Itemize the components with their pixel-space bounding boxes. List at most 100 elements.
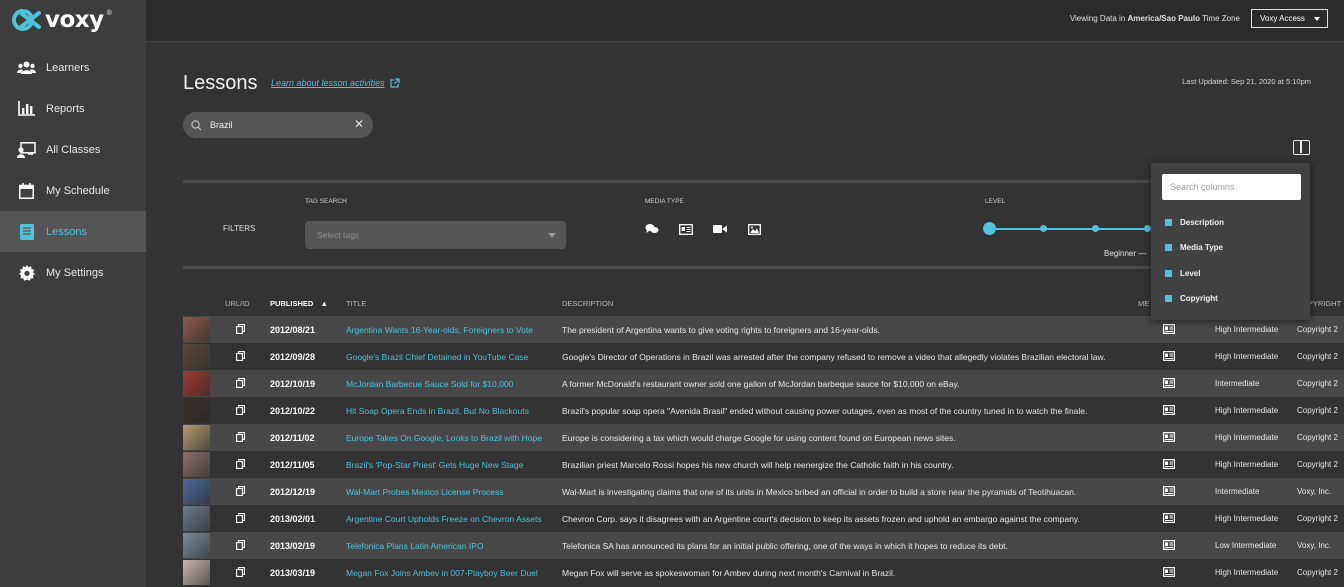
sidebar-item-label: Lessons — [46, 225, 87, 238]
lesson-description: Google's Director of Operations in Brazi… — [562, 352, 1106, 362]
copy-icon[interactable] — [236, 486, 245, 496]
lesson-title-link[interactable]: Argentine Court Upholds Freeze on Chevro… — [346, 514, 542, 524]
book-icon — [17, 223, 36, 240]
lesson-thumbnail — [183, 452, 210, 477]
lesson-thumbnail — [183, 506, 210, 531]
learn-link[interactable]: Learn about lesson activities — [271, 78, 400, 88]
level-stop[interactable] — [1040, 225, 1047, 232]
sidebar-item-lessons[interactable]: Lessons — [0, 211, 146, 252]
voxy-logo[interactable]: voxy ® — [12, 7, 112, 33]
copy-icon[interactable] — [236, 567, 245, 577]
lesson-title-link[interactable]: Megan Fox Joins Ambev in 007-Playboy Bee… — [346, 568, 538, 578]
published-date: 2013/02/19 — [270, 541, 316, 551]
published-date: 2013/02/01 — [270, 514, 316, 524]
filters-label: FILTERS — [223, 224, 256, 233]
checkbox-icon — [1165, 295, 1172, 302]
lesson-level: High Intermediate — [1215, 433, 1279, 442]
clear-search-icon[interactable]: ✕ — [354, 118, 364, 130]
copy-icon[interactable] — [236, 324, 245, 334]
video-icon[interactable] — [713, 223, 727, 235]
tag-select-placeholder: Select tags — [317, 230, 360, 240]
page-title: Lessons — [183, 72, 258, 94]
lesson-copyright: Copyright 2 — [1297, 379, 1338, 388]
lesson-search-input[interactable]: Brazil ✕ — [183, 112, 373, 138]
level-slider-handle[interactable] — [983, 222, 996, 235]
column-option-level[interactable]: Level — [1165, 269, 1200, 278]
lesson-level: High Intermediate — [1215, 406, 1279, 415]
lesson-title-link[interactable]: Google's Brazil Chief Detained in YouTub… — [346, 352, 528, 362]
col-url-id[interactable]: URL/ID — [225, 299, 250, 308]
timezone-info: Viewing Data in America/Sao Paulo Time Z… — [1070, 14, 1240, 23]
published-date: 2012/10/22 — [270, 406, 316, 416]
access-label: Voxy Access — [1260, 14, 1305, 23]
copy-icon[interactable] — [236, 405, 245, 415]
filters-panel: FILTERS TAG SEARCH Select tags MEDIA TYP… — [183, 180, 1310, 269]
copy-icon[interactable] — [236, 540, 245, 550]
sidebar-item-my-schedule[interactable]: My Schedule — [0, 170, 146, 211]
external-link-icon — [389, 78, 400, 88]
copy-icon[interactable] — [236, 432, 245, 442]
lesson-copyright: Copyright 2 — [1297, 514, 1338, 523]
caret-down-icon — [1314, 17, 1320, 21]
col-title[interactable]: TITLE — [346, 299, 366, 308]
sidebar-item-learners[interactable]: Learners — [0, 47, 146, 88]
tz-value: America/Sao Paulo — [1127, 14, 1200, 23]
last-updated: Last Updated: Sep 21, 2020 at 5:10pm — [1182, 77, 1311, 86]
lesson-title-link[interactable]: Hit Soap Opera Ends in Brazil, But No Bl… — [346, 406, 529, 416]
tz-prefix: Viewing Data in — [1069, 14, 1128, 23]
lesson-level: Low Intermediate — [1215, 541, 1277, 550]
level-caption: LEVEL — [985, 198, 1006, 205]
tag-select[interactable]: Select tags — [305, 221, 566, 249]
article-icon[interactable] — [679, 223, 693, 235]
col-description[interactable]: DESCRIPTION — [562, 299, 613, 308]
lesson-title-link[interactable]: Wal-Mart Probes Mexico License Process — [346, 487, 503, 497]
lesson-title-link[interactable]: Telefonica Plans Latin American IPO — [346, 541, 484, 551]
level-stop[interactable] — [1092, 225, 1099, 232]
copy-icon[interactable] — [236, 351, 245, 361]
tag-search-caption: TAG SEARCH — [305, 198, 347, 205]
columns-toggle-icon[interactable] — [1293, 140, 1310, 155]
lesson-title-link[interactable]: McJordan Barbecue Sauce Sold for $10,000 — [346, 379, 513, 389]
column-option-copyright[interactable]: Copyright — [1165, 294, 1218, 303]
level-stop[interactable] — [1144, 225, 1151, 232]
access-dropdown[interactable]: Voxy Access — [1251, 9, 1328, 28]
col-media-type[interactable]: ME — [1138, 299, 1149, 308]
lesson-copyright: Copyright 2 — [1297, 325, 1338, 334]
image-icon[interactable] — [747, 223, 761, 235]
table-row: 2012/12/19 Wal-Mart Probes Mexico License… — [183, 478, 1344, 505]
lesson-title-link[interactable]: Brazil's 'Pop-Star Priest' Gets Huge New… — [346, 460, 523, 470]
search-columns-input[interactable]: Search columns — [1162, 174, 1301, 200]
article-icon — [1163, 432, 1176, 443]
lesson-thumbnail — [183, 344, 210, 369]
col-published-label: PUBLISHED — [270, 299, 314, 308]
caret-down-icon — [548, 233, 556, 238]
article-icon — [1163, 351, 1176, 362]
search-icon — [191, 119, 202, 130]
lesson-level: High Intermediate — [1215, 568, 1279, 577]
sidebar-item-my-settings[interactable]: My Settings — [0, 252, 146, 293]
table-row: 2013/03/19 Megan Fox Joins Ambev in 007-P… — [183, 559, 1344, 586]
sidebar-item-label: My Settings — [46, 266, 104, 279]
lesson-title-link[interactable]: Europe Takes On Google, Looks to Brazil … — [346, 433, 542, 443]
lesson-description: Brazil's popular soap opera "Avenida Bra… — [562, 406, 1088, 416]
lesson-copyright: Copyright 2 — [1297, 433, 1338, 442]
sidebar-item-reports[interactable]: Reports — [0, 88, 146, 129]
copy-icon[interactable] — [236, 513, 245, 523]
sidebar-item-all-classes[interactable]: All Classes — [0, 129, 146, 170]
lesson-thumbnail — [183, 425, 210, 450]
table-row: 2013/02/19 Telefonica Plans Latin America… — [183, 532, 1344, 559]
learn-link-text: Learn about lesson activities — [271, 78, 385, 88]
chat-icon[interactable] — [645, 223, 659, 235]
lesson-title-link[interactable]: Argentina Wants 16-Year-olds, Foreigners… — [346, 325, 533, 335]
column-option-label: Description — [1180, 218, 1225, 227]
column-option-media-type[interactable]: Media Type — [1165, 243, 1223, 252]
search-value: Brazil — [210, 120, 233, 130]
lesson-thumbnail — [183, 560, 210, 585]
topbar: Viewing Data in America/Sao Paulo Time Z… — [146, 0, 1344, 42]
copy-icon[interactable] — [236, 459, 245, 469]
calendar-icon — [17, 182, 36, 199]
lesson-description: Megan Fox will serve as spokeswoman for … — [562, 568, 896, 578]
copy-icon[interactable] — [236, 378, 245, 388]
column-option-description[interactable]: Description — [1165, 218, 1224, 227]
col-published[interactable]: PUBLISHED ▲ — [270, 299, 328, 308]
